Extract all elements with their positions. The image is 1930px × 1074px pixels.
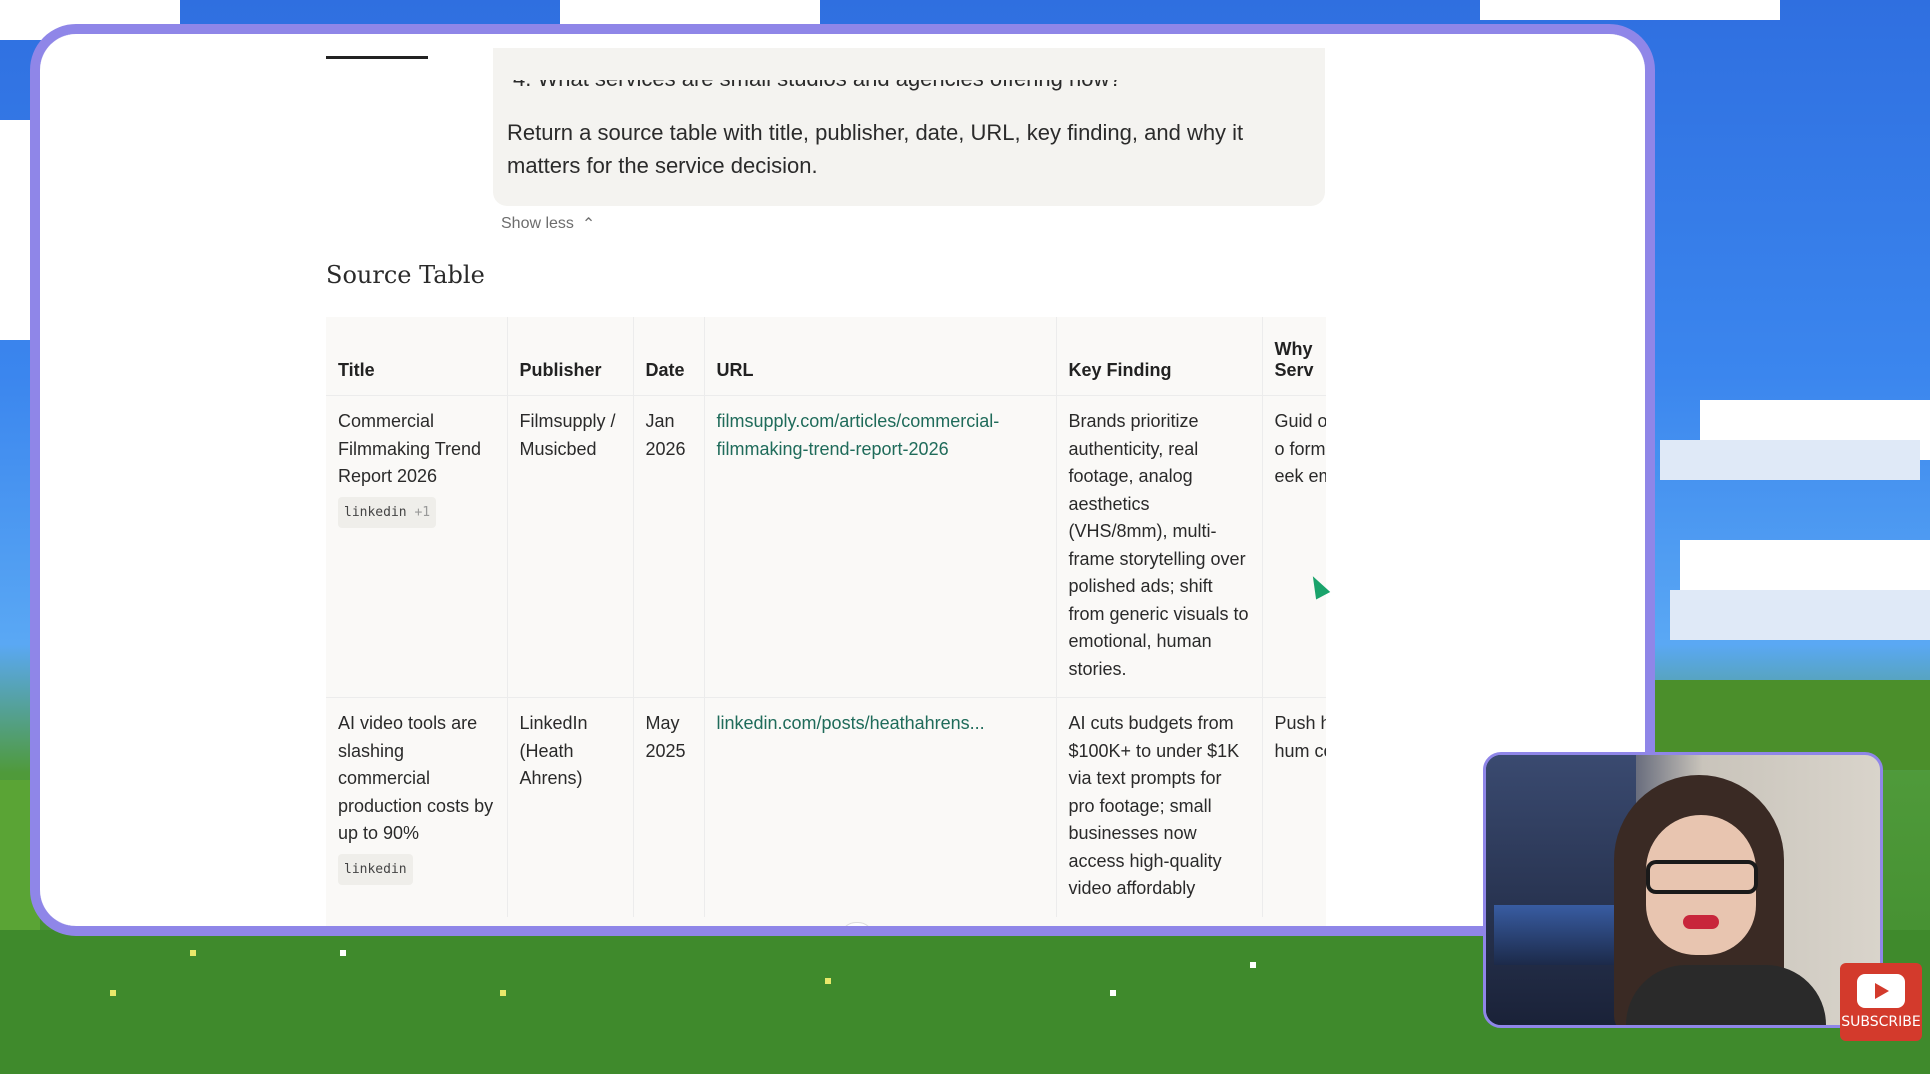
browser-window: 4. What services are small studios and a… (30, 24, 1655, 936)
webcam-overlay (1483, 752, 1883, 1028)
cell-key-finding: AI cuts budgets from $100K+ to under $1K… (1056, 697, 1263, 917)
row-title: Commercial Filmmaking Trend Report 2026 (338, 411, 482, 486)
cell-publisher: LinkedIn (Heath Ahrens) (507, 697, 634, 917)
chat-content: 4. What services are small studios and a… (40, 34, 1645, 926)
cell-url: linkedin.com/posts/heathahrens... (704, 697, 1057, 917)
source-link[interactable]: filmsupply.com/articles/commercial-filmm… (717, 411, 1000, 459)
user-prompt-bubble: 4. What services are small studios and a… (493, 48, 1325, 206)
column-header-key-finding: Key Finding (1056, 317, 1263, 396)
table-row: Commercial Filmmaking Trend Report 2026 … (326, 395, 1326, 698)
tag-label: linkedin (344, 504, 407, 520)
cell-date: May 2025 (633, 697, 705, 917)
cell-why: Guid offer docu shoo form from conte see… (1262, 395, 1326, 698)
cell-why: Push hybr blen cost hum comp while r (1262, 697, 1326, 917)
tag-extra: +1 (414, 504, 431, 520)
subscribe-label: SUBSCRIBE (1841, 1014, 1921, 1030)
column-header-url: URL (704, 317, 1057, 396)
presenter-glasses (1646, 860, 1758, 894)
table-header-row: Title Publisher Date URL Key Finding Why… (326, 317, 1326, 396)
show-less-button[interactable]: Show less ⌃ (501, 214, 595, 234)
column-header-date: Date (633, 317, 705, 396)
tag-label: linkedin (344, 861, 407, 877)
cell-title: Commercial Filmmaking Trend Report 2026 … (326, 395, 508, 698)
cell-title: AI video tools are slashing commercial p… (326, 697, 508, 917)
webcam-city-lights (1494, 905, 1624, 965)
show-less-label: Show less (501, 215, 574, 232)
tab-underline (326, 56, 428, 59)
table-row: AI video tools are slashing commercial p… (326, 697, 1326, 917)
subscribe-button[interactable]: SUBSCRIBE (1840, 963, 1922, 1041)
arrow-down-icon: ↓ (853, 930, 861, 936)
column-header-title: Title (326, 317, 508, 396)
chevron-up-icon: ⌃ (581, 216, 596, 233)
source-tag[interactable]: linkedin (338, 853, 413, 885)
source-tag[interactable]: linkedin +1 (338, 496, 437, 528)
cell-date: Jan 2026 (633, 395, 705, 698)
youtube-play-icon (1857, 974, 1905, 1008)
column-header-publisher: Publisher (507, 317, 634, 396)
section-title: Source Table (326, 261, 485, 289)
cell-key-finding: Brands prioritize authenticity, real foo… (1056, 395, 1263, 698)
presenter-shirt (1626, 965, 1826, 1025)
row-title: AI video tools are slashing commercial p… (338, 713, 494, 843)
column-header-why: Why Serv (1262, 317, 1326, 396)
source-table[interactable]: Title Publisher Date URL Key Finding Why… (326, 317, 1326, 926)
cell-url: filmsupply.com/articles/commercial-filmm… (704, 395, 1057, 698)
cell-publisher: Filmsupply / Musicbed (507, 395, 634, 698)
prompt-text: Return a source table with title, publis… (507, 120, 1244, 178)
prompt-cut-line: 4. What services are small studios and a… (513, 66, 1122, 91)
presenter-lips (1683, 915, 1719, 929)
source-link[interactable]: linkedin.com/posts/heathahrens... (717, 713, 985, 733)
